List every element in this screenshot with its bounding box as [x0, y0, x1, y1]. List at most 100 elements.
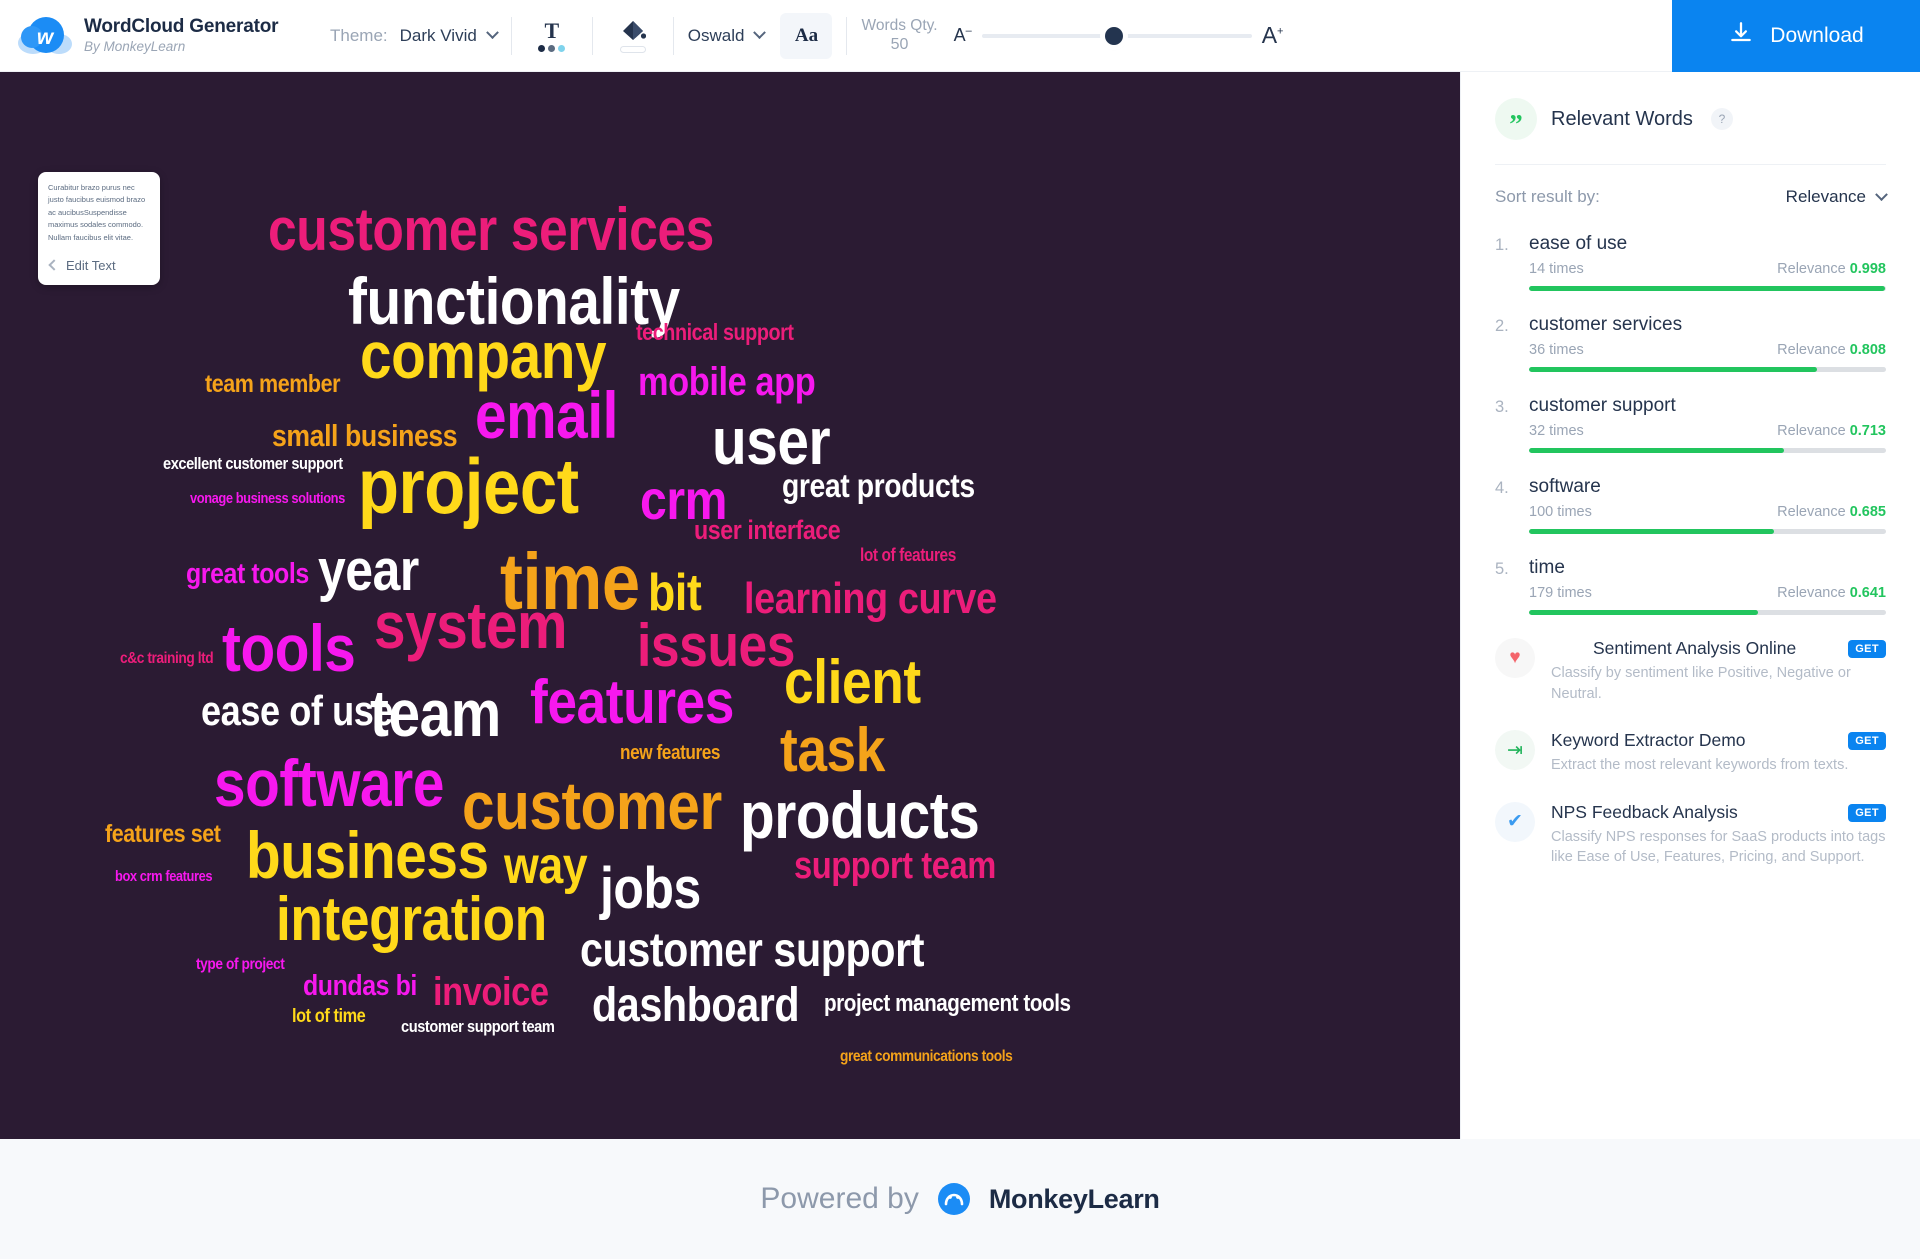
- cloud-word[interactable]: email: [475, 382, 618, 448]
- relevance-score: 0.685: [1849, 504, 1886, 520]
- theme-selector[interactable]: Theme: Dark Vivid: [330, 0, 499, 71]
- slider-thumb[interactable]: [1105, 26, 1123, 45]
- document-arrow-icon: ⇥: [1495, 730, 1535, 771]
- relevance-label: Relevance: [1777, 504, 1846, 520]
- edit-text-label: Edit Text: [66, 257, 116, 273]
- cloud-word[interactable]: project: [358, 447, 579, 525]
- cloud-word[interactable]: features: [530, 672, 734, 734]
- promo-card[interactable]: ✔ NPS Feedback Analysis GET Classify NPS re…: [1495, 801, 1886, 868]
- get-button[interactable]: GET: [1848, 640, 1886, 658]
- footer-powered-by: Powered by: [760, 1182, 919, 1215]
- promo-card[interactable]: ⇥ Keyword Extractor Demo GET Extract the mo…: [1495, 730, 1886, 776]
- sort-control[interactable]: Sort result by: Relevance: [1495, 187, 1888, 207]
- cloud-word[interactable]: great products: [782, 469, 975, 502]
- item-body: time 179 times Relevance 0.641: [1529, 557, 1886, 615]
- promo-card[interactable]: ♥ Sentiment Analysis Online GET Classify by…: [1495, 638, 1886, 704]
- cloud-word[interactable]: business: [246, 822, 489, 888]
- relevant-word-item[interactable]: 5. time 179 times Relevance 0.641: [1495, 557, 1886, 615]
- relevance-bar-fill: [1529, 367, 1818, 372]
- decrease-size-icon[interactable]: A–: [954, 25, 972, 46]
- relevance-bar: [1529, 529, 1886, 534]
- edit-text-button[interactable]: Edit Text: [38, 248, 160, 285]
- item-word: customer services: [1529, 314, 1683, 335]
- item-count: 14 times: [1529, 261, 1584, 277]
- cloud-word[interactable]: team: [370, 680, 501, 746]
- cloud-word[interactable]: lot of features: [860, 546, 956, 564]
- download-icon: [1728, 20, 1754, 52]
- words-qty-label: Words Qty.: [861, 16, 938, 34]
- cloud-word[interactable]: box crm features: [115, 869, 213, 884]
- cloud-word[interactable]: user interface: [694, 517, 841, 544]
- cloud-word[interactable]: user: [712, 408, 831, 474]
- background-color-button[interactable]: [607, 13, 659, 59]
- cloud-word[interactable]: project management tools: [824, 992, 1071, 1016]
- item-word: software: [1529, 476, 1601, 497]
- slider-track[interactable]: [981, 26, 1252, 45]
- theme-value: Dark Vivid: [399, 25, 477, 45]
- item-relevance: Relevance 0.998: [1777, 261, 1886, 277]
- app-subtitle: By MonkeyLearn: [84, 38, 186, 54]
- cloud-word[interactable]: ease of use: [201, 690, 393, 732]
- aa-icon: Aa: [794, 24, 819, 46]
- relevant-word-item[interactable]: 3. customer support 32 times Relevance 0.71…: [1495, 395, 1886, 453]
- theme-label: Theme:: [330, 25, 388, 45]
- cloud-word[interactable]: features set: [105, 822, 221, 847]
- relevance-bar: [1529, 286, 1886, 291]
- cloud-word[interactable]: products: [740, 782, 980, 848]
- sort-value[interactable]: Relevance: [1786, 187, 1888, 207]
- app-footer: Powered by MonkeyLearn: [0, 1139, 1920, 1259]
- item-count: 32 times: [1529, 423, 1584, 439]
- cloud-word[interactable]: system: [374, 592, 567, 658]
- cloud-word[interactable]: customer support team: [401, 1018, 555, 1035]
- cloud-word[interactable]: new features: [620, 743, 720, 763]
- relevant-word-item[interactable]: 1. ease of use 14 times Relevance 0.998: [1495, 233, 1886, 291]
- cloud-word[interactable]: great communications tools: [840, 1049, 1013, 1065]
- text-color-button[interactable]: T: [526, 13, 578, 59]
- get-button[interactable]: GET: [1848, 803, 1886, 822]
- toolbar: Theme: Dark Vivid T Oswald Aa Words Qty.…: [330, 0, 1672, 71]
- font-style-button[interactable]: Aa: [780, 12, 833, 59]
- cloud-word[interactable]: customer services: [268, 200, 714, 260]
- font-size-slider[interactable]: A– A+: [954, 22, 1284, 49]
- divider: [1495, 164, 1886, 165]
- get-button[interactable]: GET: [1848, 732, 1886, 751]
- relevant-words-panel: ” Relevant Words ? Sort result by: Relev…: [1460, 72, 1920, 1139]
- cloud-word[interactable]: customer support: [580, 927, 924, 975]
- cloud-word[interactable]: team member: [205, 372, 341, 397]
- relevance-bar-fill: [1529, 448, 1784, 453]
- wordcloud-canvas[interactable]: Curabitur brazo purus nec justo faucibus…: [0, 72, 1460, 1139]
- cloud-word[interactable]: customer: [462, 772, 722, 840]
- cloud-word[interactable]: invoice: [433, 972, 549, 1012]
- cloud-word[interactable]: great tools: [186, 560, 309, 589]
- cloud-word[interactable]: vonage business solutions: [190, 491, 345, 506]
- cloud-word[interactable]: jobs: [600, 860, 701, 918]
- promo-body: Keyword Extractor Demo GET Extract the mos…: [1551, 730, 1886, 776]
- relevance-bar: [1529, 367, 1886, 372]
- cloud-word[interactable]: excellent customer support: [163, 455, 343, 472]
- font-selector[interactable]: Oswald: [688, 0, 767, 71]
- cloud-word[interactable]: type of project: [196, 957, 285, 973]
- help-icon[interactable]: ?: [1710, 108, 1733, 130]
- cloud-word[interactable]: mobile app: [638, 362, 816, 402]
- cloud-word[interactable]: lot of time: [292, 1007, 366, 1026]
- promo-title: Keyword Extractor Demo: [1551, 730, 1746, 751]
- cloud-word[interactable]: client: [784, 652, 921, 714]
- edit-text-card[interactable]: Curabitur brazo purus nec justo faucibus…: [38, 172, 160, 285]
- item-word: ease of use: [1529, 233, 1628, 254]
- cloud-word[interactable]: dundas bi: [303, 972, 417, 1001]
- relevant-word-item[interactable]: 4. software 100 times Relevance 0.685: [1495, 476, 1886, 534]
- increase-size-icon[interactable]: A+: [1262, 22, 1284, 49]
- cloud-word[interactable]: c&c training ltd: [120, 651, 214, 667]
- cloud-word[interactable]: issues: [637, 616, 795, 676]
- cloud-word[interactable]: tools: [222, 615, 356, 681]
- relevant-word-item[interactable]: 2. customer services 36 times Relevance 0.8…: [1495, 314, 1886, 372]
- cloud-word[interactable]: dashboard: [592, 982, 800, 1030]
- cloud-word[interactable]: task: [780, 720, 885, 782]
- relevance-score: 0.998: [1849, 261, 1886, 277]
- cloud-word[interactable]: support team: [794, 847, 996, 885]
- cloud-word[interactable]: technical support: [636, 321, 794, 344]
- cloud-word[interactable]: integration: [276, 889, 547, 951]
- download-button[interactable]: Download: [1672, 0, 1920, 72]
- cloud-word[interactable]: software: [214, 750, 444, 816]
- chevron-left-icon: [48, 259, 60, 272]
